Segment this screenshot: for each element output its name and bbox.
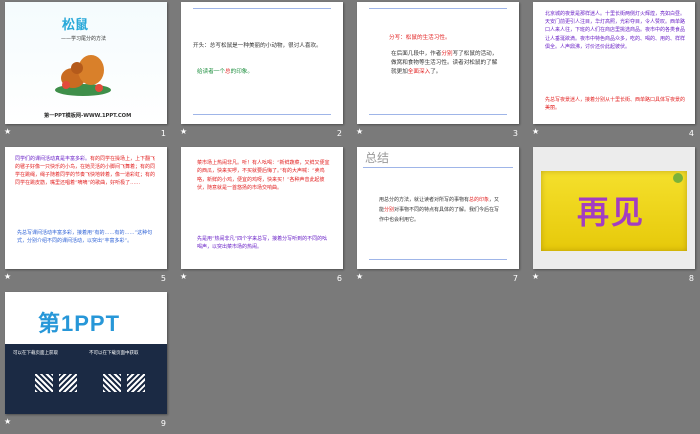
animation-icon: ★ — [180, 272, 188, 281]
slide-number: 5 — [160, 274, 166, 283]
qr-code-icon — [103, 374, 121, 392]
slide-1: 松鼠 ——学习尾分的方法 第一PPT模板网-WWW.1PPT.COM — [5, 2, 167, 124]
text-span: 了。 — [430, 69, 442, 75]
slide-text: 北京城的夜景是那样迷人。十里长街两侧灯火辉煌，亮如白昼。天安门前更引人注目，华灯… — [545, 11, 686, 50]
bottom-rule — [369, 259, 507, 260]
slide-7: 总结 用总分的方法，就让读者对所写的事物有总的印象，又能分别对事物不同的特点有具… — [357, 147, 519, 269]
slide-thumbnail-8[interactable]: 再见 ★ 8 — [528, 145, 700, 289]
slide-5: 同学们的课间活动真是丰富多彩。有的同学在操场上，上下翻飞的毽子好像一只快乐的小鸟… — [5, 147, 167, 269]
slide-summary: 先总写夜景迷人，接着分别从十里长街、西单路口具体写夜景的美丽。 — [545, 97, 686, 112]
slide-4: 北京城的夜景是那样迷人。十里长街两侧灯火辉煌，亮如白昼。天安门前更引人注目，华灯… — [533, 2, 695, 124]
slide-text: 用总分的方法，就让读者对所写的事物有总的印象，又能分别对事物不同的特点有具体的了… — [379, 195, 503, 225]
text-span: 对事物不同的特点有具体的了解。我们今后在写作中也会利用它。 — [379, 207, 500, 223]
text-span: 用总分的方法，就让读者对所写的事物有 — [379, 197, 470, 203]
animation-icon: ★ — [180, 127, 188, 136]
top-rule — [363, 167, 513, 168]
slide-text: 开头：总写松鼠是一种美丽的小动物，很讨人喜欢。 — [193, 43, 322, 49]
panel-caption: 不可以在下载页面中获取 — [89, 351, 139, 356]
slide-thumbnail-6[interactable]: 菜市场上热闹非凡。听！有人吆喝：“新鲜蔬菜，又鲜又便宜的西瓜，快来买啰，不买就要… — [176, 145, 348, 289]
squirrel-illustration — [55, 55, 111, 96]
qr-code-icon — [35, 374, 53, 392]
slide-number: 9 — [160, 419, 166, 428]
slide-footer: 第一PPT模板网-WWW.1PPT.COM — [44, 113, 132, 119]
text-span: 给读者一个 — [197, 69, 225, 75]
highlight-text: 全面深入 — [407, 69, 431, 75]
ppt-logo: 第1PPT — [38, 311, 121, 336]
text-span: 的印象。 — [230, 69, 253, 75]
bottom-rule — [193, 114, 331, 115]
text-span: 同学们的课间活动真是丰富多彩。 — [15, 156, 91, 162]
top-rule — [193, 8, 331, 9]
animation-icon: ★ — [4, 272, 12, 281]
slide-thumbnail-9[interactable]: 第1PPT 可以在下载页面上获取 不可以在下载页面中获取 ★ 9 — [0, 290, 172, 434]
slide-summary: 先是用“热闹非凡”四个字来总写，接着分写听到的不同的吆喝声，以突出菜市场的热闹。 — [197, 236, 328, 251]
slide-thumbnail-3[interactable]: 分写：松鼠的生活习性。 在后面几段中，作者分别写了松鼠的活动，做窝和食物等生活习… — [352, 0, 524, 144]
animation-icon: ★ — [356, 127, 364, 136]
slide-number: 8 — [688, 274, 694, 283]
slide-thumbnail-7[interactable]: 总结 用总分的方法，就让读者对所写的事物有总的印象，又能分别对事物不同的特点有具… — [352, 145, 524, 289]
highlight-text: 分别 — [441, 51, 453, 57]
decor-icon — [673, 173, 683, 183]
panel-caption: 可以在下载页面上获取 — [13, 351, 58, 356]
animation-icon: ★ — [532, 127, 540, 136]
slide-number: 2 — [336, 129, 342, 138]
slide-9: 第1PPT 可以在下载页面上获取 不可以在下载页面中获取 — [5, 292, 167, 414]
slide-text: 菜市场上热闹非凡。听！有人吆喝：“新鲜蔬菜，又鲜又便宜的西瓜，快来买啰，不买就要… — [197, 160, 330, 191]
highlight-text: 总的印象 — [469, 197, 490, 203]
qr-code-icon — [127, 374, 145, 392]
slide-number: 7 — [512, 274, 518, 283]
slide-text: 给读者一个总的印象。 — [197, 68, 332, 77]
animation-icon: ★ — [4, 417, 12, 426]
top-rule — [369, 8, 507, 9]
text-span: 在后面几段中，作者 — [391, 51, 442, 57]
highlight-text: 分别 — [384, 207, 395, 213]
slide-6: 菜市场上热闹非凡。听！有人吆喝：“新鲜蔬菜，又鲜又便宜的西瓜，快来买啰，不买就要… — [181, 147, 343, 269]
slide-3: 分写：松鼠的生活习性。 在后面几段中，作者分别写了松鼠的活动，做窝和食物等生活习… — [357, 2, 519, 124]
animation-icon: ★ — [532, 272, 540, 281]
bottom-rule — [369, 114, 507, 115]
slide-thumbnail-5[interactable]: 同学们的课间活动真是丰富多彩。有的同学在操场上，上下翻飞的毽子好像一只快乐的小鸟… — [0, 145, 172, 289]
animation-icon: ★ — [356, 272, 364, 281]
slide-title: 总结 — [365, 151, 390, 165]
slide-2: 开头：总写松鼠是一种美丽的小动物，很讨人喜欢。 给读者一个总的印象。 — [181, 2, 343, 124]
slide-number: 6 — [336, 274, 342, 283]
slide-number: 4 — [688, 129, 694, 138]
slide-text: 在后面几段中，作者分别写了松鼠的活动，做窝和食物等生活习性。读者对松鼠的了解就更… — [391, 50, 501, 77]
slide-summary: 先总写课间活动丰富多彩，接着用“有的……有的……”这种句式，分别介绍不同的课间活… — [17, 230, 153, 244]
slide-thumbnail-4[interactable]: 北京城的夜景是那样迷人。十里长街两侧灯火辉煌，亮如白昼。天安门前更引人注目，华灯… — [528, 0, 700, 144]
slide-8: 再见 — [533, 147, 695, 269]
animation-icon: ★ — [4, 127, 12, 136]
slide-heading: 分写：松鼠的生活习性。 — [389, 35, 451, 41]
slide-thumbnail-2[interactable]: 开头：总写松鼠是一种美丽的小动物，很讨人喜欢。 给读者一个总的印象。 ★ 2 — [176, 0, 348, 144]
slide-thumbnail-1[interactable]: 松鼠 ——学习尾分的方法 第一PPT模板网-WWW.1PPT.COM ★ 1 — [0, 0, 172, 144]
qr-code-icon — [59, 374, 77, 392]
slide-text: 同学们的课间活动真是丰富多彩。有的同学在操场上，上下翻飞的毽子好像一只快乐的小鸟… — [15, 155, 159, 187]
slide-subtitle: ——学习尾分的方法 — [61, 36, 107, 42]
slide-number: 3 — [512, 129, 518, 138]
slide-number: 1 — [160, 129, 166, 138]
goodbye-text: 再见 — [577, 193, 646, 231]
slide-title: 松鼠 — [62, 18, 89, 33]
